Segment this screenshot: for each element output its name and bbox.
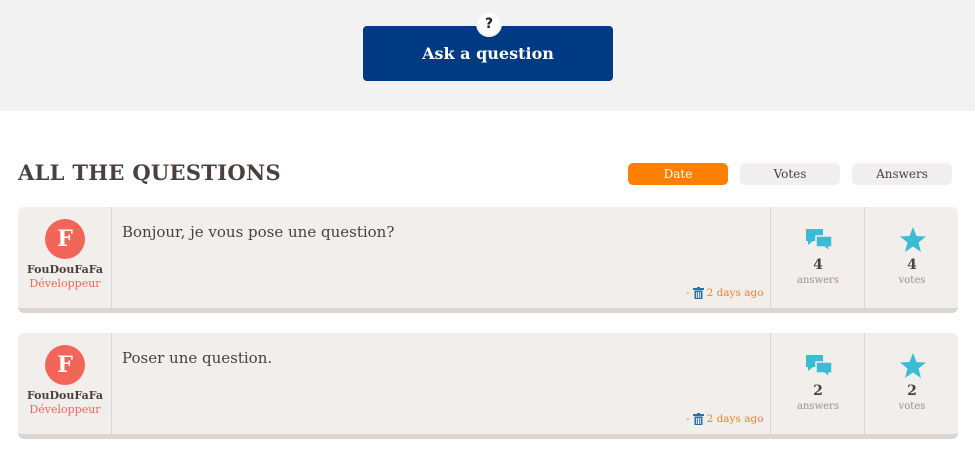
star-icon[interactable] (899, 353, 927, 379)
meta-dash: - (686, 287, 690, 299)
question-time: 2 days ago (706, 287, 764, 299)
votes-stat[interactable]: 4 votes (864, 207, 958, 308)
answers-stat[interactable]: 4 answers (770, 207, 864, 308)
avatar-letter: F (57, 226, 73, 252)
sort-votes-button[interactable]: Votes (740, 163, 840, 185)
chat-bubbles-icon (806, 355, 833, 379)
sort-answers-button[interactable]: Answers (852, 163, 952, 185)
answers-stat[interactable]: 2 answers (770, 333, 864, 434)
votes-label: votes (898, 275, 926, 286)
trash-icon[interactable] (692, 413, 704, 425)
votes-count: 4 (907, 257, 917, 273)
author-name[interactable]: FouDouFaFa (18, 389, 112, 402)
question-meta: - 2 days ago (686, 287, 764, 299)
votes-label: votes (898, 401, 926, 412)
chat-bubbles-icon (806, 229, 833, 253)
votes-count: 2 (907, 383, 917, 399)
avatar-letter: F (57, 352, 73, 378)
star-icon[interactable] (899, 227, 927, 253)
author-role: Développeur (29, 403, 101, 416)
question-icon: ? (476, 11, 502, 37)
answers-count: 4 (813, 257, 823, 273)
question-card: F FouDouFaFa Développeur Poser une quest… (18, 333, 958, 439)
sort-date-button[interactable]: Date (628, 163, 728, 185)
question-meta: - 2 days ago (686, 413, 764, 425)
votes-stat[interactable]: 2 votes (864, 333, 958, 434)
ask-question-label: Ask a question (422, 44, 554, 63)
answers-label: answers (797, 275, 839, 286)
question-title[interactable]: Bonjour, je vous pose une question? (122, 223, 394, 241)
author-block: F FouDouFaFa Développeur (18, 333, 112, 434)
author-block: F FouDouFaFa Développeur (18, 207, 112, 308)
avatar[interactable]: F (45, 219, 85, 259)
author-name[interactable]: FouDouFaFa (18, 263, 112, 276)
answers-count: 2 (813, 383, 823, 399)
question-badge-label: ? (484, 16, 494, 32)
section-title: ALL THE QUESTIONS (18, 160, 281, 185)
question-card: F FouDouFaFa Développeur Bonjour, je vou… (18, 207, 958, 313)
author-role: Développeur (29, 277, 101, 290)
ask-question-wrap: Ask a question ? (363, 11, 613, 81)
question-time: 2 days ago (706, 413, 764, 425)
trash-icon[interactable] (692, 287, 704, 299)
header-band: Ask a question ? (0, 0, 975, 111)
answers-label: answers (797, 401, 839, 412)
question-title[interactable]: Poser une question. (122, 349, 272, 367)
avatar[interactable]: F (45, 345, 85, 385)
meta-dash: - (686, 413, 690, 425)
